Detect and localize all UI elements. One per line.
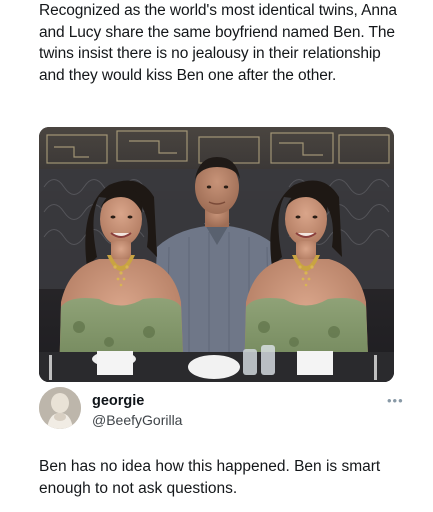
post-photo[interactable] [39,127,394,382]
post-text: Recognized as the world's most identical… [39,2,397,84]
avatar[interactable] [39,387,81,429]
display-name[interactable]: georgie [92,393,144,409]
reply-header: georgie @BeefyGorilla ••• [39,387,403,431]
user-handle[interactable]: @BeefyGorilla [92,412,182,428]
reply-text: Ben has no idea how this happened. Ben i… [39,458,381,497]
avatar-image [39,387,81,429]
more-options-icon[interactable]: ••• [387,393,404,408]
post-photo-image [39,127,394,382]
